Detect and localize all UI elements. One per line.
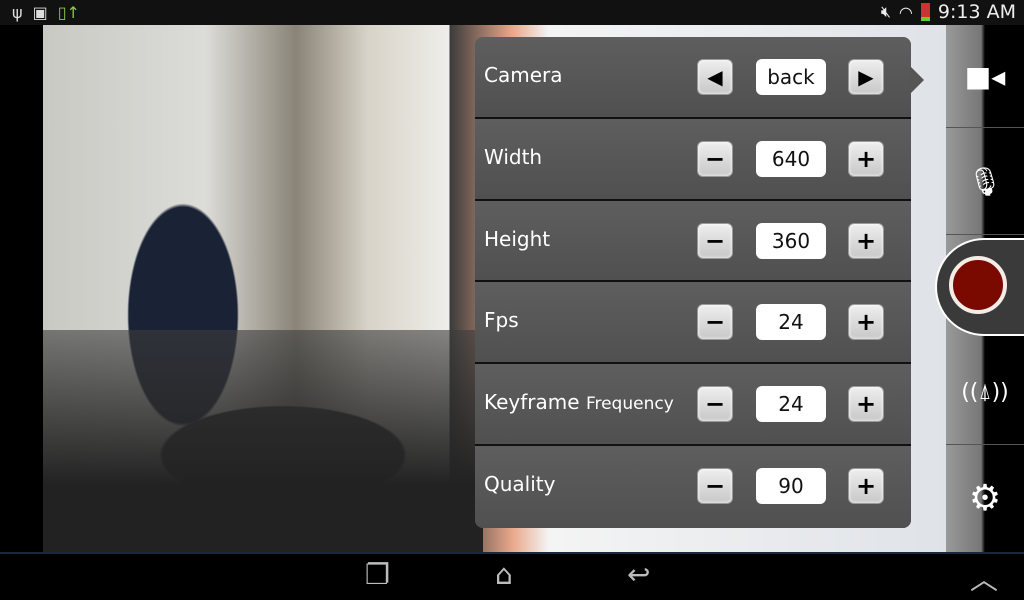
previous-button[interactable]: ◀ <box>697 59 733 95</box>
setting-value: 360 <box>756 222 826 259</box>
up-chevron-icon[interactable]: ︿ <box>970 558 998 598</box>
gallery-icon: ▣ <box>32 3 48 22</box>
setting-label: Width <box>484 144 543 169</box>
panel-pointer <box>910 66 924 94</box>
setting-row-fps: Fps − 24 + <box>475 282 911 365</box>
setting-row-width: Width − 640 + <box>475 118 911 201</box>
settings-panel: Camera ◀ back ▶ Width − 640 + Height − 3… <box>475 37 911 528</box>
setting-label: Camera <box>484 63 563 87</box>
decrement-button[interactable]: − <box>697 222 733 259</box>
setting-label-main: Keyframe <box>484 390 580 415</box>
setting-label-small: Frequency <box>585 394 674 415</box>
decrement-button[interactable]: − <box>697 304 733 341</box>
wifi-icon: ◠ <box>898 2 913 22</box>
increment-button[interactable]: + <box>848 222 884 259</box>
setting-label: Height <box>484 226 551 251</box>
settings-gear-icon[interactable]: ⚙ <box>946 445 1024 552</box>
next-button[interactable]: ▶ <box>848 59 884 95</box>
setting-value: 24 <box>756 304 826 341</box>
recent-apps-icon[interactable]: ❐ <box>365 558 390 591</box>
broadcast-icon[interactable]: ((⍋)) <box>946 340 1024 445</box>
setting-row-camera: Camera ◀ back ▶ <box>475 37 911 119</box>
microphone-icon[interactable]: 🎙︎ <box>946 128 1024 235</box>
decrement-button[interactable]: − <box>697 140 733 177</box>
setting-value: 90 <box>756 467 826 504</box>
clock: 9:13 AM <box>937 1 1016 23</box>
setting-label: Fps <box>484 308 519 333</box>
navigation-bar: ❐ ⌂ ↩ ︿ <box>0 552 1024 600</box>
setting-row-keyframe-frequency: Keyframe Frequency − 24 + <box>475 364 911 446</box>
decrement-button[interactable]: − <box>697 467 733 504</box>
setting-row-height: Height − 360 + <box>475 200 911 283</box>
increment-button[interactable]: + <box>848 304 884 341</box>
setting-label: Keyframe Frequency <box>484 390 674 414</box>
back-icon[interactable]: ↩ <box>627 558 650 591</box>
camera-preview-shade <box>43 330 483 552</box>
app-update-icon: ▯↑ <box>57 3 80 22</box>
home-icon[interactable]: ⌂ <box>495 558 513 591</box>
increment-button[interactable]: + <box>848 140 884 177</box>
decrement-button[interactable]: − <box>697 386 733 423</box>
battery-icon <box>920 3 930 21</box>
status-bar: ψ ▣ ▯↑ 🔇︎ ◠ 9:13 AM <box>0 0 1024 25</box>
increment-button[interactable]: + <box>848 386 884 423</box>
mute-icon: 🔇︎ <box>880 2 891 21</box>
setting-label: Quality <box>484 471 556 496</box>
setting-value: back <box>756 59 826 95</box>
record-button[interactable] <box>949 256 1007 314</box>
setting-value: 640 <box>756 140 826 177</box>
setting-row-quality: Quality − 90 + <box>475 445 911 528</box>
usb-icon: ψ <box>12 3 23 22</box>
setting-value: 24 <box>756 386 826 423</box>
increment-button[interactable]: + <box>848 467 884 504</box>
video-camera-icon[interactable]: ■◂ <box>946 25 1024 128</box>
